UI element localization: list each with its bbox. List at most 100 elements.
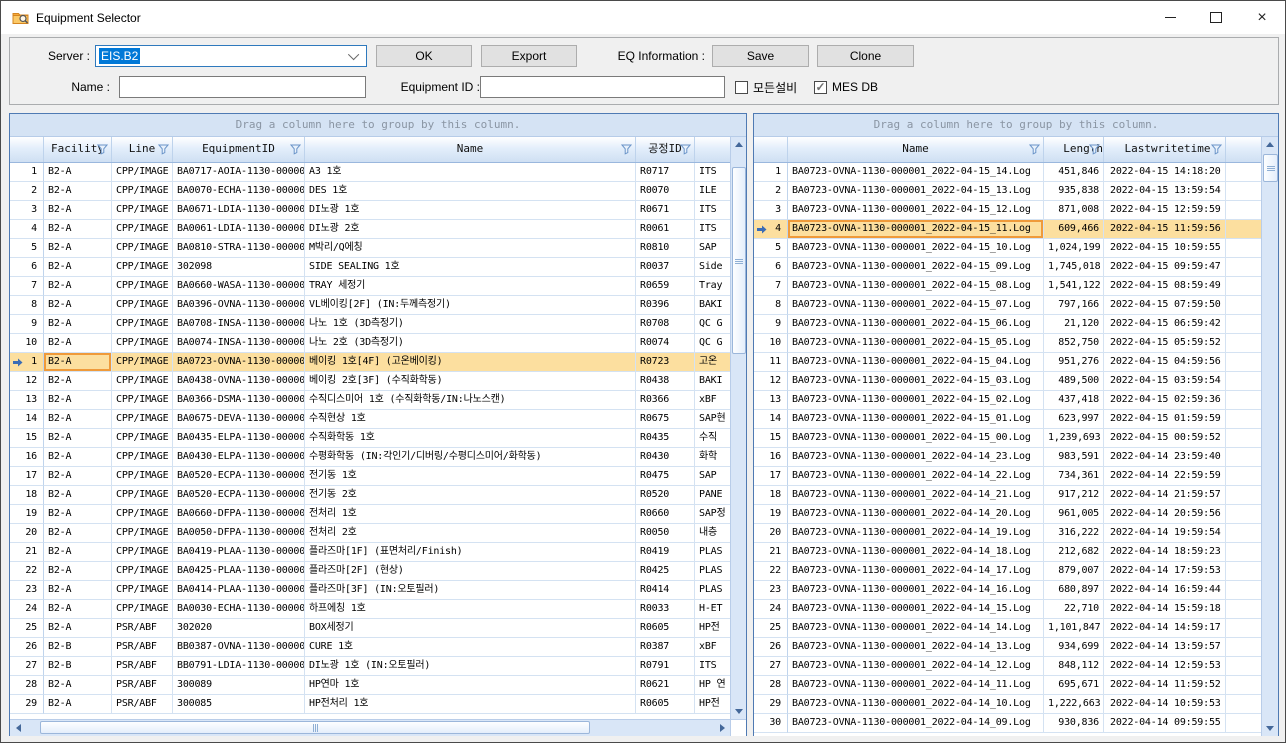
table-row[interactable]: 4 B2-A CPP/IMAGE BA0061-LDIA-1130-000001… xyxy=(10,220,730,239)
header-facility[interactable]: Facility xyxy=(44,137,112,162)
cell-facility[interactable]: B2-A xyxy=(44,448,112,467)
table-row[interactable]: 15 B2-A CPP/IMAGE BA0435-ELPA-1130-00000… xyxy=(10,429,730,448)
cell-extra[interactable]: ITS xyxy=(695,220,730,239)
row-indicator[interactable]: 3 xyxy=(754,201,788,220)
cell-length[interactable]: 437,418 xyxy=(1044,391,1104,410)
horizontal-scrollbar[interactable] xyxy=(10,719,746,736)
cell-lastwritetime[interactable]: 2022-04-15 02:59:36 xyxy=(1104,391,1226,410)
row-indicator[interactable]: 12 xyxy=(10,372,44,391)
header-line[interactable]: Line xyxy=(112,137,173,162)
cell-lastwritetime[interactable]: 2022-04-14 20:59:56 xyxy=(1104,505,1226,524)
cell-process-id[interactable]: R0387 xyxy=(636,638,695,657)
cell-process-id[interactable]: R0430 xyxy=(636,448,695,467)
cell-name[interactable]: DI노광 2호 xyxy=(305,220,636,239)
cell-process-id[interactable]: R0671 xyxy=(636,201,695,220)
cell-process-id[interactable]: R0074 xyxy=(636,334,695,353)
cell-log-name[interactable]: BA0723-OVNA-1130-000001_2022-04-15_13.Lo… xyxy=(788,182,1044,201)
header-extra[interactable] xyxy=(695,137,730,162)
table-row[interactable]: 18 B2-A CPP/IMAGE BA0520-ECPA-1130-00000… xyxy=(10,486,730,505)
cell-equipment-id[interactable]: 300085 xyxy=(173,695,305,714)
table-row[interactable]: 20 BA0723-OVNA-1130-000001_2022-04-14_19… xyxy=(754,524,1261,543)
cell-line[interactable]: PSR/ABF xyxy=(112,695,173,714)
table-row[interactable]: 11 BA0723-OVNA-1130-000001_2022-04-15_04… xyxy=(754,353,1261,372)
cell-equipment-id[interactable]: BA0660-WASA-1130-000001 xyxy=(173,277,305,296)
cell-log-name[interactable]: BA0723-OVNA-1130-000001_2022-04-14_19.Lo… xyxy=(788,524,1044,543)
cell-length[interactable]: 797,166 xyxy=(1044,296,1104,315)
cell-length[interactable]: 695,671 xyxy=(1044,676,1104,695)
cell-facility[interactable]: B2-A xyxy=(44,277,112,296)
filter-icon[interactable] xyxy=(97,144,108,155)
row-indicator[interactable]: 19 xyxy=(754,505,788,524)
row-indicator[interactable]: 23 xyxy=(754,581,788,600)
cell-lastwritetime[interactable]: 2022-04-14 14:59:17 xyxy=(1104,619,1226,638)
cell-log-name[interactable]: BA0723-OVNA-1130-000001_2022-04-15_00.Lo… xyxy=(788,429,1044,448)
table-row[interactable]: 1 BA0723-OVNA-1130-000001_2022-04-15_14.… xyxy=(754,163,1261,182)
cell-line[interactable]: CPP/IMAGE xyxy=(112,581,173,600)
cell-name[interactable]: 수직현상 1호 xyxy=(305,410,636,429)
cell-facility[interactable]: B2-A xyxy=(44,676,112,695)
cell-log-name[interactable]: BA0723-OVNA-1130-000001_2022-04-14_12.Lo… xyxy=(788,657,1044,676)
row-indicator[interactable]: 27 xyxy=(754,657,788,676)
row-indicator[interactable]: 25 xyxy=(10,619,44,638)
cell-log-name[interactable]: BA0723-OVNA-1130-000001_2022-04-14_15.Lo… xyxy=(788,600,1044,619)
cell-facility[interactable]: B2-A xyxy=(44,372,112,391)
maximize-button[interactable] xyxy=(1193,1,1239,34)
cell-equipment-id[interactable]: BA0419-PLAA-1130-000001 xyxy=(173,543,305,562)
cell-equipment-id[interactable]: BA0366-DSMA-1130-000001 xyxy=(173,391,305,410)
cell-line[interactable]: CPP/IMAGE xyxy=(112,277,173,296)
table-row[interactable]: 27 BA0723-OVNA-1130-000001_2022-04-14_12… xyxy=(754,657,1261,676)
cell-process-id[interactable]: R0708 xyxy=(636,315,695,334)
cell-process-id[interactable]: R0061 xyxy=(636,220,695,239)
row-indicator[interactable]: 6 xyxy=(10,258,44,277)
cell-line[interactable]: CPP/IMAGE xyxy=(112,543,173,562)
cell-length[interactable]: 212,682 xyxy=(1044,543,1104,562)
row-indicator[interactable]: 25 xyxy=(754,619,788,638)
cell-log-name[interactable]: BA0723-OVNA-1130-000001_2022-04-15_07.Lo… xyxy=(788,296,1044,315)
cell-log-name[interactable]: BA0723-OVNA-1130-000001_2022-04-14_17.Lo… xyxy=(788,562,1044,581)
table-row[interactable]: 21 BA0723-OVNA-1130-000001_2022-04-14_18… xyxy=(754,543,1261,562)
cell-name[interactable]: DES 1호 xyxy=(305,182,636,201)
cell-facility[interactable]: B2-A xyxy=(44,182,112,201)
table-row[interactable]: 19 B2-A CPP/IMAGE BA0660-DFPA-1130-00000… xyxy=(10,505,730,524)
cell-length[interactable]: 22,710 xyxy=(1044,600,1104,619)
cell-lastwritetime[interactable]: 2022-04-15 09:59:47 xyxy=(1104,258,1226,277)
cell-extra[interactable]: BAKI xyxy=(695,372,730,391)
row-indicator[interactable]: 13 xyxy=(10,391,44,410)
cell-lastwritetime[interactable]: 2022-04-15 01:59:59 xyxy=(1104,410,1226,429)
cell-line[interactable]: CPP/IMAGE xyxy=(112,220,173,239)
cell-name[interactable]: 전기동 1호 xyxy=(305,467,636,486)
cell-process-id[interactable]: R0425 xyxy=(636,562,695,581)
ok-button[interactable]: OK xyxy=(376,45,472,67)
cell-log-name[interactable]: BA0723-OVNA-1130-000001_2022-04-14_16.Lo… xyxy=(788,581,1044,600)
cell-extra[interactable]: SAP정 xyxy=(695,505,730,524)
cell-extra[interactable]: 화학 xyxy=(695,448,730,467)
header-process-id[interactable]: 공정ID xyxy=(636,137,695,162)
cell-extra[interactable]: PLAS xyxy=(695,562,730,581)
cell-facility[interactable]: B2-A xyxy=(44,562,112,581)
cell-lastwritetime[interactable]: 2022-04-15 00:59:52 xyxy=(1104,429,1226,448)
cell-length[interactable]: 609,466 xyxy=(1044,220,1104,239)
table-row[interactable]: 23 B2-A CPP/IMAGE BA0414-PLAA-1130-00000… xyxy=(10,581,730,600)
row-indicator[interactable]: 29 xyxy=(10,695,44,714)
cell-log-name[interactable]: BA0723-OVNA-1130-000001_2022-04-14_14.Lo… xyxy=(788,619,1044,638)
cell-facility[interactable]: B2-A xyxy=(44,467,112,486)
cell-facility[interactable]: B2-B xyxy=(44,638,112,657)
table-row[interactable]: 4 BA0723-OVNA-1130-000001_2022-04-15_11.… xyxy=(754,220,1261,239)
cell-name[interactable]: 수직디스미어 1호 (수직화학동/IN:나노스캔) xyxy=(305,391,636,410)
header-name[interactable]: Name xyxy=(788,137,1044,162)
row-indicator[interactable]: 16 xyxy=(10,448,44,467)
table-row[interactable]: 5 B2-A CPP/IMAGE BA0810-STRA-1130-000001… xyxy=(10,239,730,258)
cell-extra[interactable]: PLAS xyxy=(695,581,730,600)
cell-length[interactable]: 1,024,199 xyxy=(1044,239,1104,258)
cell-log-name[interactable]: BA0723-OVNA-1130-000001_2022-04-14_20.Lo… xyxy=(788,505,1044,524)
cell-log-name[interactable]: BA0723-OVNA-1130-000001_2022-04-15_02.Lo… xyxy=(788,391,1044,410)
row-indicator[interactable]: 15 xyxy=(10,429,44,448)
cell-log-name[interactable]: BA0723-OVNA-1130-000001_2022-04-14_21.Lo… xyxy=(788,486,1044,505)
cell-length[interactable]: 935,838 xyxy=(1044,182,1104,201)
row-indicator[interactable]: 5 xyxy=(754,239,788,258)
cell-lastwritetime[interactable]: 2022-04-15 05:59:52 xyxy=(1104,334,1226,353)
header-name[interactable]: Name xyxy=(305,137,636,162)
cell-line[interactable]: CPP/IMAGE xyxy=(112,201,173,220)
row-indicator[interactable]: 18 xyxy=(10,486,44,505)
row-indicator[interactable]: 16 xyxy=(754,448,788,467)
